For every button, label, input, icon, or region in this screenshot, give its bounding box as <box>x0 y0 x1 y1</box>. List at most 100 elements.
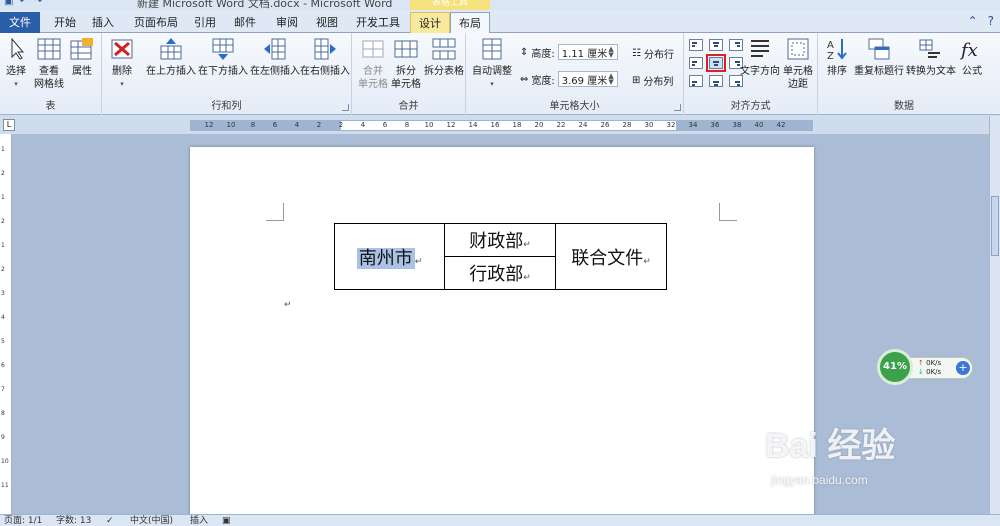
network-speed-widget[interactable]: ↑ 0K/s ↓ 0K/s 41% + <box>877 349 977 387</box>
table-cell[interactable]: 联合文件↵ <box>555 223 667 290</box>
cell-margins-button[interactable]: 单元格 边距 <box>782 37 814 91</box>
convert-to-text-button[interactable]: 转换为文本 <box>906 37 956 78</box>
ruler-tick-label: 8 <box>404 121 410 129</box>
save-icon[interactable]: ▣ <box>4 0 13 7</box>
svg-text:A: A <box>827 40 834 51</box>
ruler-tick-label: 10 <box>226 121 236 129</box>
insert-below-button[interactable]: 在下方插入 <box>198 37 248 78</box>
text-direction-button[interactable]: 文字方向 <box>740 37 780 78</box>
status-insert-mode[interactable]: 插入 <box>190 515 208 526</box>
tab-references[interactable]: 引用 <box>188 12 222 33</box>
plus-icon[interactable]: + <box>956 361 970 375</box>
watermark-url: jingyan.baidu.com <box>771 473 868 487</box>
properties-button[interactable]: 属性 <box>68 37 96 78</box>
minimize-ribbon-icon[interactable]: ⌃ <box>968 14 978 28</box>
height-spinner[interactable]: 1.11 厘米 ▲ ▼ <box>557 44 618 60</box>
spin-arrows-icon[interactable]: ▲ ▼ <box>608 73 613 86</box>
tab-view[interactable]: 视图 <box>310 12 344 33</box>
spellcheck-icon[interactable]: ✓ <box>106 515 114 526</box>
tab-file[interactable]: 文件 <box>0 12 40 33</box>
dialog-launcher-icon[interactable] <box>342 104 349 111</box>
autofit-button[interactable]: 自动调整 ▾ <box>470 37 514 91</box>
ruler-tick-label: 8 <box>250 121 256 129</box>
tab-review[interactable]: 审阅 <box>270 12 304 33</box>
scrollbar-thumb[interactable] <box>991 196 999 256</box>
undo-icon[interactable]: ↶ <box>19 0 27 7</box>
table-cell[interactable]: 南州市 ↵ <box>334 223 445 290</box>
insert-row-below-icon <box>211 37 235 61</box>
height-control: ⇕ 高度: 1.11 厘米 ▲ ▼ <box>520 44 618 60</box>
view-gridlines-button[interactable]: 查看 网格线 <box>33 37 65 91</box>
ruler-scale[interactable]: 12 10 8 6 4 2 2 4 6 8 10 12 14 16 18 20 22 24 26 28 30 32 34 36… <box>190 120 813 131</box>
download-arrow-icon: ↓ <box>918 368 924 376</box>
split-cells-button[interactable]: 拆分 单元格 <box>390 37 422 91</box>
dialog-launcher-icon[interactable] <box>674 104 681 111</box>
status-words[interactable]: 字数: 13 <box>56 515 91 526</box>
tab-page-layout[interactable]: 页面布局 <box>128 12 184 33</box>
ruler-tick-label: 36 <box>710 121 720 129</box>
ruler-tick-label: 4 <box>360 121 366 129</box>
group-label-cell-size: 单元格大小 <box>549 101 600 112</box>
tab-selector[interactable]: L <box>3 119 15 131</box>
ruler-tick-label: 32 <box>666 121 676 129</box>
document-page[interactable]: 南州市 ↵ 财政部↵ 联合文件↵ 行政部↵ ↵ <box>190 147 814 526</box>
sort-button[interactable]: AZ 排序 <box>822 37 852 78</box>
distribute-rows-button[interactable]: ☷ 分布行 <box>632 46 674 61</box>
help-icon[interactable]: ? <box>988 14 994 28</box>
tab-layout[interactable]: 布局 <box>450 12 490 34</box>
delete-button[interactable]: 删除 ▾ <box>108 37 136 91</box>
align-middle-left-icon[interactable] <box>689 57 703 69</box>
insert-above-button[interactable]: 在上方插入 <box>146 37 196 78</box>
tab-developer[interactable]: 开发工具 <box>350 12 406 33</box>
selected-text[interactable]: 南州市 <box>356 247 415 269</box>
distribute-cols-button[interactable]: ⊞ 分布列 <box>632 73 673 88</box>
align-middle-center-icon[interactable] <box>706 54 726 72</box>
word-table[interactable]: 南州市 ↵ 财政部↵ 联合文件↵ 行政部↵ <box>334 223 667 290</box>
group-label-data: 数据 <box>894 101 914 112</box>
tab-home[interactable]: 开始 <box>48 12 82 33</box>
tab-mailings[interactable]: 邮件 <box>228 12 262 33</box>
chevron-down-icon: ▾ <box>120 80 124 88</box>
table-properties-icon <box>70 37 94 61</box>
width-spinner[interactable]: 3.69 厘米 ▲ ▼ <box>557 71 618 87</box>
split-cells-icon <box>394 37 418 61</box>
table-cell[interactable]: 行政部↵ <box>444 256 556 290</box>
ruler-tick-label: 7 <box>1 386 5 393</box>
status-page[interactable]: 页面: 1/1 <box>4 515 42 526</box>
split-table-button[interactable]: 拆分表格 <box>424 37 464 78</box>
split-table-icon <box>432 37 456 61</box>
ruler-tick-label: 9 <box>1 434 5 441</box>
insert-left-button[interactable]: 在左侧插入 <box>250 37 300 78</box>
vertical-scrollbar[interactable] <box>989 116 1000 514</box>
baidu-watermark: Bai 经验 jingyan.baidu.com <box>765 418 985 508</box>
select-button[interactable]: 选择 ▾ <box>3 37 29 91</box>
ruler-tick-label: 18 <box>512 121 522 129</box>
ruler-tick-label: 34 <box>688 121 698 129</box>
insert-right-button[interactable]: 在右侧插入 <box>300 37 350 78</box>
align-bottom-left-icon[interactable] <box>689 75 703 87</box>
quick-access-toolbar: ▣ ↶ ↷ <box>4 0 42 7</box>
formula-button[interactable]: fx 公式 <box>958 37 986 78</box>
spin-arrows-icon[interactable]: ▲ ▼ <box>608 46 613 59</box>
align-bottom-center-icon[interactable] <box>709 75 723 87</box>
ruler-tick-label: 1 <box>1 146 5 153</box>
ruler-tick-label: 38 <box>732 121 742 129</box>
merge-cells-icon <box>361 37 385 61</box>
align-top-left-icon[interactable] <box>689 39 703 51</box>
table-cell[interactable]: 财政部↵ <box>444 223 556 257</box>
repeat-header-button[interactable]: 重复标题行 <box>854 37 904 78</box>
vertical-ruler[interactable]: 1 2 1 2 1 2 3 4 5 6 7 8 9 10 11 <box>0 134 12 514</box>
status-language[interactable]: 中文(中国) <box>130 515 173 526</box>
redo-icon[interactable]: ↷ <box>34 0 42 7</box>
macro-record-icon[interactable]: ▣ <box>222 515 231 526</box>
ruler-tick-label: 8 <box>1 410 5 417</box>
ruler-tick-label: 14 <box>468 121 478 129</box>
tab-design[interactable]: 设计 <box>410 12 450 33</box>
ruler-tick-label: 26 <box>600 121 610 129</box>
ruler-tick-label: 42 <box>776 121 786 129</box>
align-top-center-icon[interactable] <box>709 39 723 51</box>
svg-text:fx: fx <box>960 40 978 61</box>
group-label-table: 表 <box>45 101 56 112</box>
tab-insert[interactable]: 插入 <box>86 12 120 33</box>
merge-cells-button[interactable]: 合并 单元格 <box>358 37 388 91</box>
